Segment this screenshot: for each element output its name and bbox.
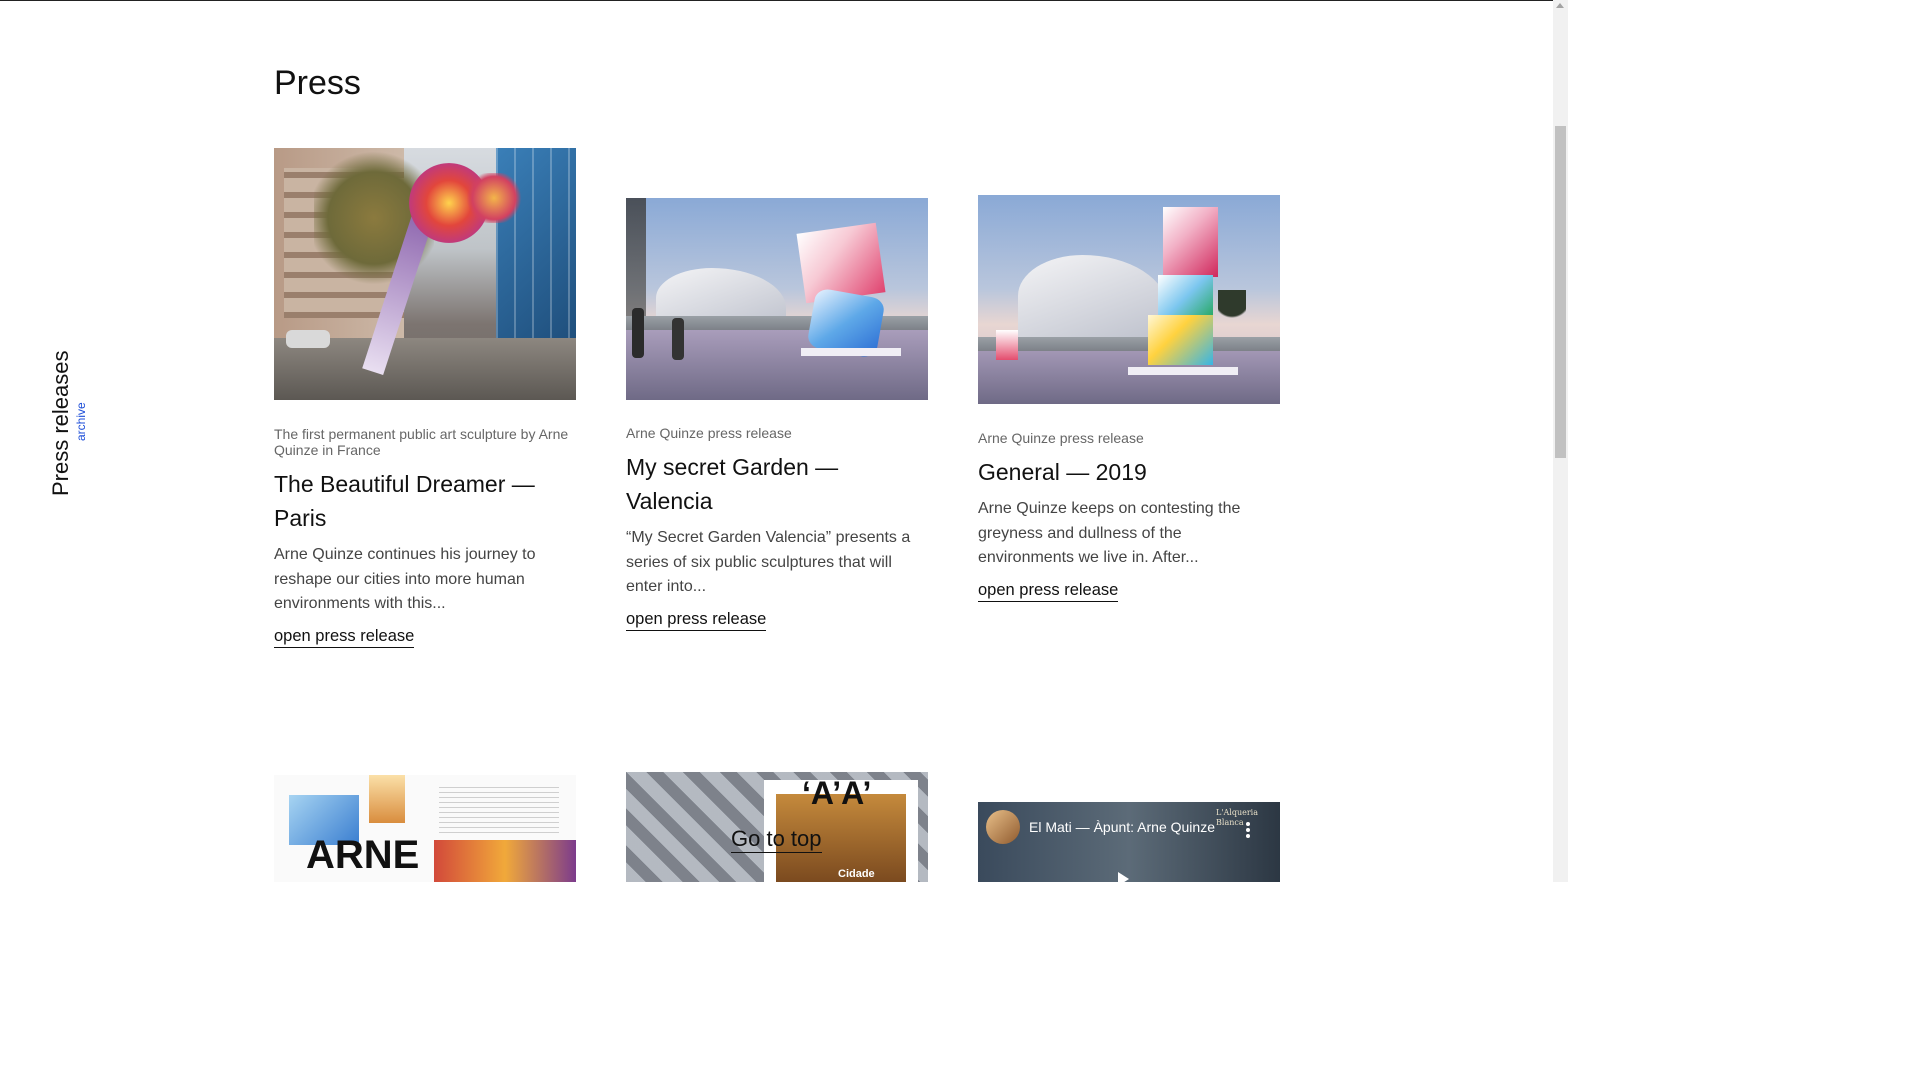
press-excerpt: Arne Quinze continues his journey to res…	[274, 546, 536, 612]
go-to-top-link[interactable]: Go to top	[731, 826, 822, 853]
play-icon[interactable]	[1118, 872, 1129, 882]
scrollbar[interactable]	[1553, 0, 1568, 882]
aa-image-text: ‘A’A’	[802, 775, 872, 811]
press-card-valencia: Arne Quinze press release My secret Gard…	[626, 198, 928, 631]
top-border	[0, 0, 1568, 1]
press-excerpt: “My Secret Garden Valencia” presents a s…	[626, 529, 911, 595]
press-heading[interactable]: General — 2019	[978, 455, 1280, 489]
open-press-release-link[interactable]: open press release	[274, 626, 415, 648]
press-kicker: The first permanent public art sculpture…	[274, 426, 569, 458]
press-heading[interactable]: The Beautiful Dreamer — Paris	[274, 467, 576, 535]
press-image-paris[interactable]	[274, 148, 576, 400]
more-vert-icon[interactable]	[1246, 822, 1250, 838]
open-press-release-link[interactable]: open press release	[626, 609, 767, 631]
archive-link[interactable]: archive	[74, 350, 88, 441]
scrollbar-thumb[interactable]	[1555, 126, 1566, 458]
press-image-general-2019[interactable]	[978, 195, 1280, 404]
press-kicker: Arne Quinze press release	[978, 430, 1144, 446]
press-card-paris: The first permanent public art sculpture…	[274, 148, 576, 648]
press-image-magazine[interactable]: ARNE	[274, 775, 576, 882]
scroll-up-icon[interactable]	[1556, 3, 1564, 8]
press-excerpt: Arne Quinze keeps on contesting the grey…	[978, 500, 1241, 566]
open-press-release-link[interactable]: open press release	[978, 580, 1119, 602]
press-image-valencia[interactable]	[626, 198, 928, 400]
magazine-image-text: ARNE	[306, 833, 420, 877]
channel-avatar[interactable]	[986, 810, 1020, 844]
cidade-image-text: Cidade	[838, 868, 875, 880]
side-nav: Press releases archive	[48, 350, 88, 496]
video-embed[interactable]: El Mati — Àpunt: Arne Quinze L'Alqueria …	[978, 802, 1280, 882]
press-kicker: Arne Quinze press release	[626, 425, 792, 441]
side-nav-title[interactable]: Press releases	[48, 350, 74, 496]
press-heading[interactable]: My secret Garden — Valencia	[626, 450, 928, 518]
video-title[interactable]: El Mati — Àpunt: Arne Quinze	[1029, 818, 1215, 836]
press-card-general-2019: Arne Quinze press release General — 2019…	[978, 195, 1280, 602]
page-title: Press	[274, 64, 361, 102]
